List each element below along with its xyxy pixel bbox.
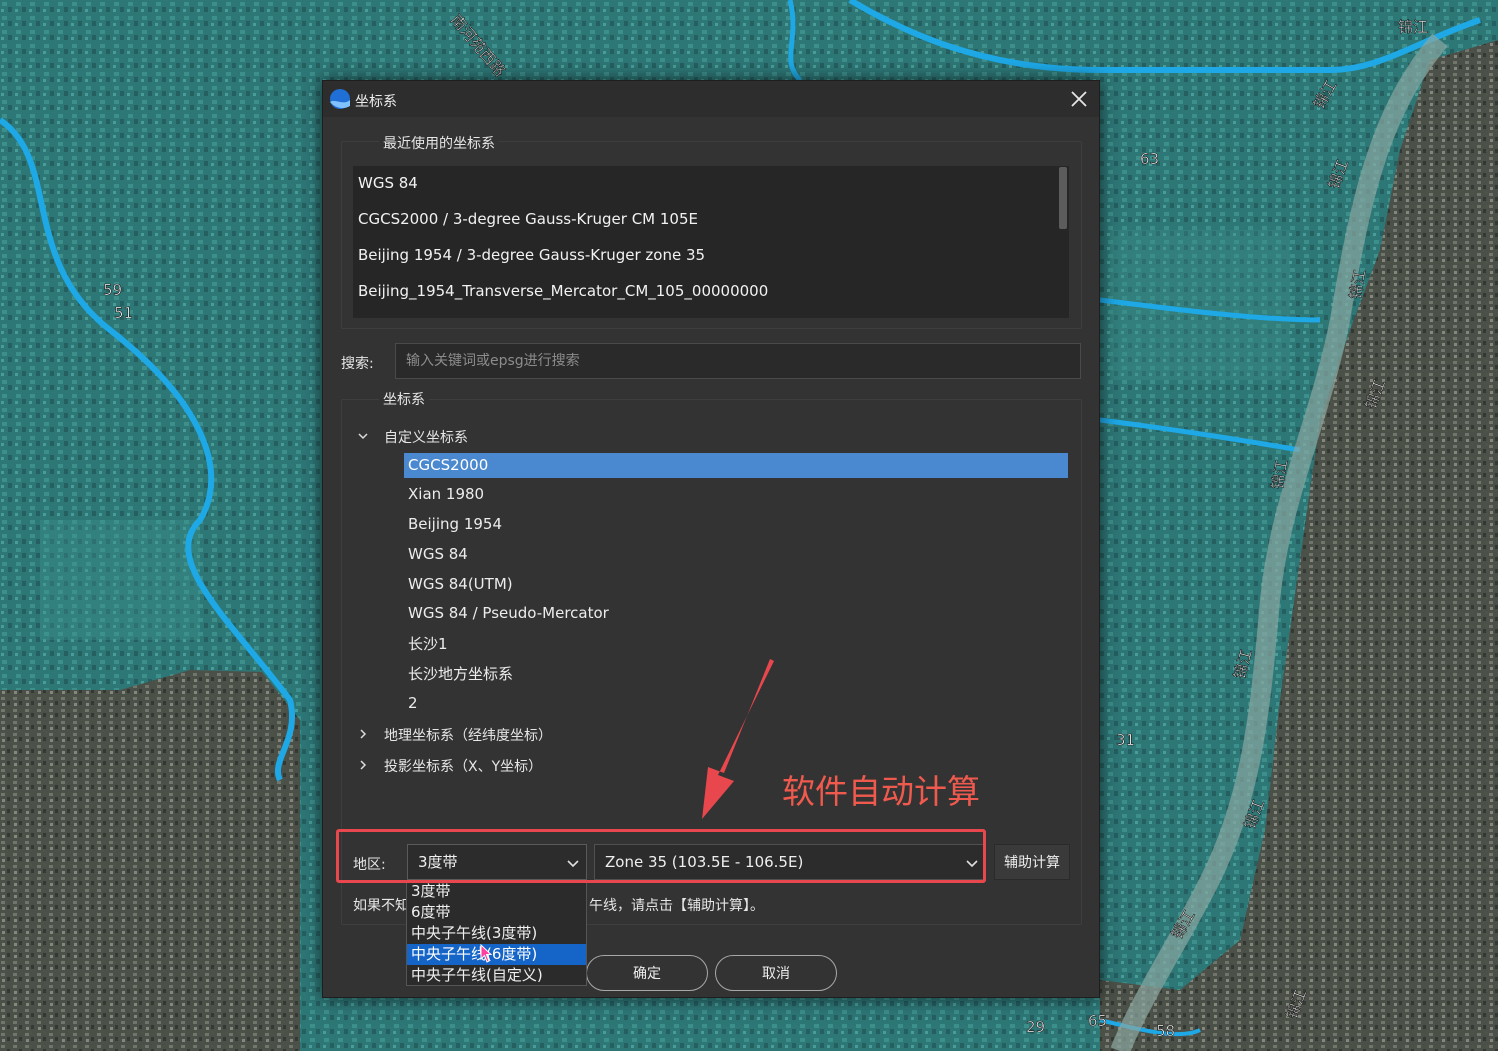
dropdown-option[interactable]: 3度带 [407, 881, 586, 902]
recent-crs-list[interactable]: WGS 84 CGCS2000 / 3-degree Gauss-Kruger … [353, 166, 1069, 318]
annotation-highlight-box [336, 829, 986, 883]
crs-tree-title: 坐标系 [379, 389, 429, 409]
tree-item-xian1980[interactable]: Xian 1980 [404, 482, 1068, 507]
band-dropdown-list[interactable]: 3度带 6度带 中央子午线(3度带) 中央子午线(6度带) 中央子午线(自定义) [406, 880, 587, 986]
tree-item-beijing1954[interactable]: Beijing 1954 [404, 512, 1068, 537]
title-bar[interactable]: 坐标系 [323, 81, 1099, 117]
dropdown-option-highlighted[interactable]: 中央子午线(6度带) [407, 944, 586, 965]
close-icon[interactable] [1065, 85, 1093, 113]
tree-item-changsha1[interactable]: 长沙1 [404, 632, 1068, 657]
ok-button[interactable]: 确定 [586, 955, 708, 991]
map-label-number: 65 [1088, 1012, 1107, 1030]
map-label-number: 51 [114, 304, 133, 322]
dropdown-option[interactable]: 中央子午线(自定义) [407, 965, 586, 986]
map-label-number: 58 [1156, 1022, 1175, 1040]
dropdown-option[interactable]: 中央子午线(3度带) [407, 923, 586, 944]
mouse-cursor-icon [480, 944, 493, 963]
cancel-button[interactable]: 取消 [715, 955, 837, 991]
tree-node-label: 自定义坐标系 [384, 430, 468, 446]
tree-item-wgs84[interactable]: WGS 84 [404, 542, 1068, 567]
search-input[interactable] [395, 343, 1081, 379]
recent-crs-item[interactable]: Beijing 1954 / 3-degree Gauss-Kruger zon… [358, 246, 705, 264]
search-label: 搜索: [341, 356, 374, 372]
map-label-river: 锦江 [1398, 18, 1428, 36]
recent-crs-item[interactable]: CGCS2000 / 3-degree Gauss-Kruger CM 105E [358, 210, 698, 228]
map-label-number: 63 [1140, 150, 1159, 168]
annotation-arrow-icon [702, 659, 774, 819]
annotation-label: 软件自动计算 [782, 772, 980, 811]
tree-item-wgs84-pseudo-mercator[interactable]: WGS 84 / Pseudo-Mercator [404, 601, 1068, 626]
tree-node-label: 投影坐标系（X、Y坐标） [384, 759, 543, 775]
map-label-number: 29 [1026, 1018, 1045, 1036]
dropdown-option[interactable]: 6度带 [407, 902, 586, 923]
map-label-number: 59 [103, 281, 122, 299]
hint-text-end: 午线，请点击【辅助计算】。 [589, 898, 764, 914]
chevron-right-icon[interactable] [357, 728, 369, 740]
dialog-title: 坐标系 [355, 94, 397, 110]
chevron-right-icon[interactable] [357, 759, 369, 771]
app-logo-icon [330, 89, 350, 109]
hint-text-start: 如果不知 [353, 898, 409, 914]
recent-crs-item[interactable]: WGS 84 [358, 174, 418, 192]
chevron-down-icon[interactable] [357, 430, 369, 442]
recent-list-scrollbar[interactable] [1059, 167, 1067, 229]
tree-item-wgs84-utm[interactable]: WGS 84(UTM) [404, 572, 1068, 597]
map-label-number: 31 [1116, 731, 1135, 749]
tree-item-cgcs2000[interactable]: CGCS2000 [404, 453, 1068, 478]
tree-node-label: 地理坐标系（经纬度坐标） [384, 728, 552, 744]
recent-crs-item[interactable]: Beijing_1954_Transverse_Mercator_CM_105_… [358, 282, 768, 300]
helper-calc-button[interactable]: 辅助计算 [994, 844, 1070, 880]
recent-crs-title: 最近使用的坐标系 [379, 133, 499, 153]
